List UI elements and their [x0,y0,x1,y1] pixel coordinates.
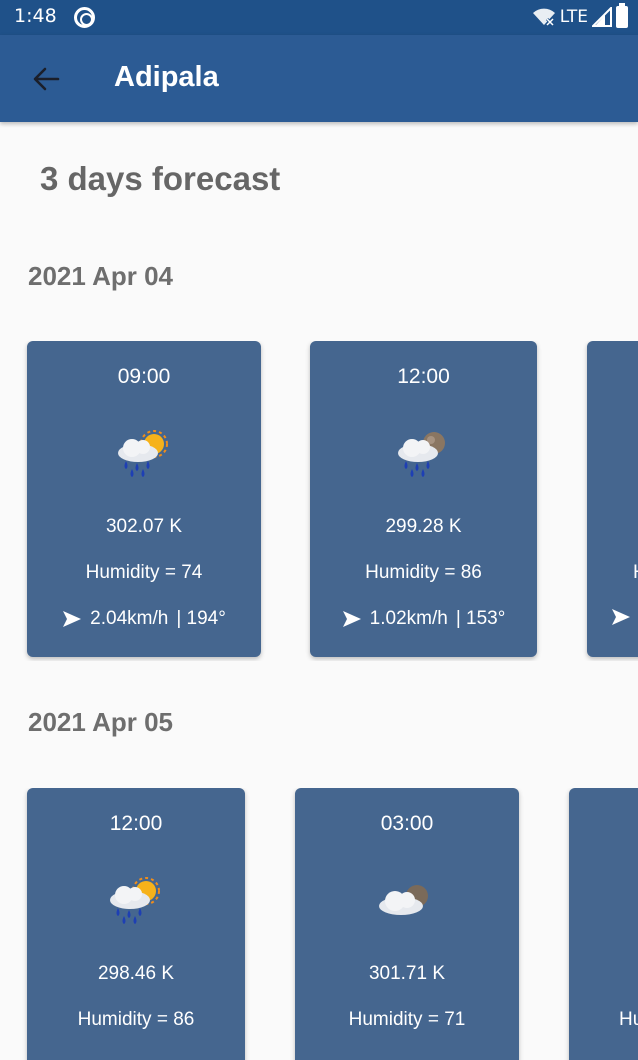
forecast-card[interactable]: 03:00 301.71 K Humidity = 71 [295,788,519,1060]
battery-icon [616,3,628,28]
page-title: Adipala [114,61,219,93]
rain-sun-icon [118,430,168,477]
rain-moon-icon [397,432,445,477]
wifi-off-icon [532,8,555,27]
status-bar: 1:48 LTE [0,0,638,35]
card-wind: 2.04km/h | 194° [27,608,261,630]
card-time: 12:00 [109,812,163,835]
rain-sun-icon [110,877,160,924]
status-time: 1:48 [14,5,57,27]
card-temperature: 299.28 K [385,516,462,537]
cloud-moon-icon [379,885,428,915]
forecast-card[interactable]: 12:00 298.46 K Humidity = 86 [27,788,245,1060]
card-temperature: 302.07 K [105,516,183,537]
wind-direction-icon [342,611,361,627]
wind-direction-icon [63,611,82,627]
back-button[interactable] [26,59,66,99]
forecast-row[interactable]: 09:00 302.07 K Humidity = 74 2.04km/h | … [0,341,638,661]
forecast-card-partial[interactable]: H [587,341,638,657]
card-time: 03:00 [380,812,434,835]
signal-icon [592,7,612,27]
wind-direction: | 194° [176,608,226,629]
wind-direction: | 153° [455,608,506,629]
arrow-back-icon [33,67,60,91]
card-humidity: Humidity = 71 [348,1009,466,1030]
forecast-heading: 3 days forecast [40,160,281,197]
day-date: 2021 Apr 05 [28,707,174,737]
forecast-row[interactable]: 12:00 298.46 K Humidity = 86 03:00 301.7… [0,788,638,1060]
app-bar: Adipala [0,35,638,122]
card-time: 12:00 [397,365,450,388]
card-wind [587,608,638,626]
sync-icon [74,7,95,28]
card-humidity: H [587,562,638,584]
network-type: LTE [559,7,588,27]
forecast-card[interactable]: 12:00 299.28 K Humidity = 86 1.02km/h | … [310,341,537,657]
day-date: 2021 Apr 04 [28,261,174,291]
card-humidity: Humidity = 86 [77,1009,195,1030]
status-indicators: LTE [532,3,628,29]
forecast-card-partial[interactable]: Hu [569,788,638,1060]
card-humidity: Humidity = 86 [365,562,482,583]
forecast-card[interactable]: 09:00 302.07 K Humidity = 74 2.04km/h | … [27,341,261,657]
card-humidity: Humidity = 74 [85,562,203,583]
card-time: 09:00 [117,365,171,388]
card-temperature: 301.71 K [368,963,446,984]
card-wind: 1.02km/h | 153° [310,608,537,630]
card-humidity: Hu [619,1009,638,1030]
card-temperature: 298.46 K [97,963,175,984]
wind-speed: 1.02km/h [369,608,448,629]
wind-direction-icon [612,609,630,625]
wind-speed: 2.04km/h [90,608,169,629]
